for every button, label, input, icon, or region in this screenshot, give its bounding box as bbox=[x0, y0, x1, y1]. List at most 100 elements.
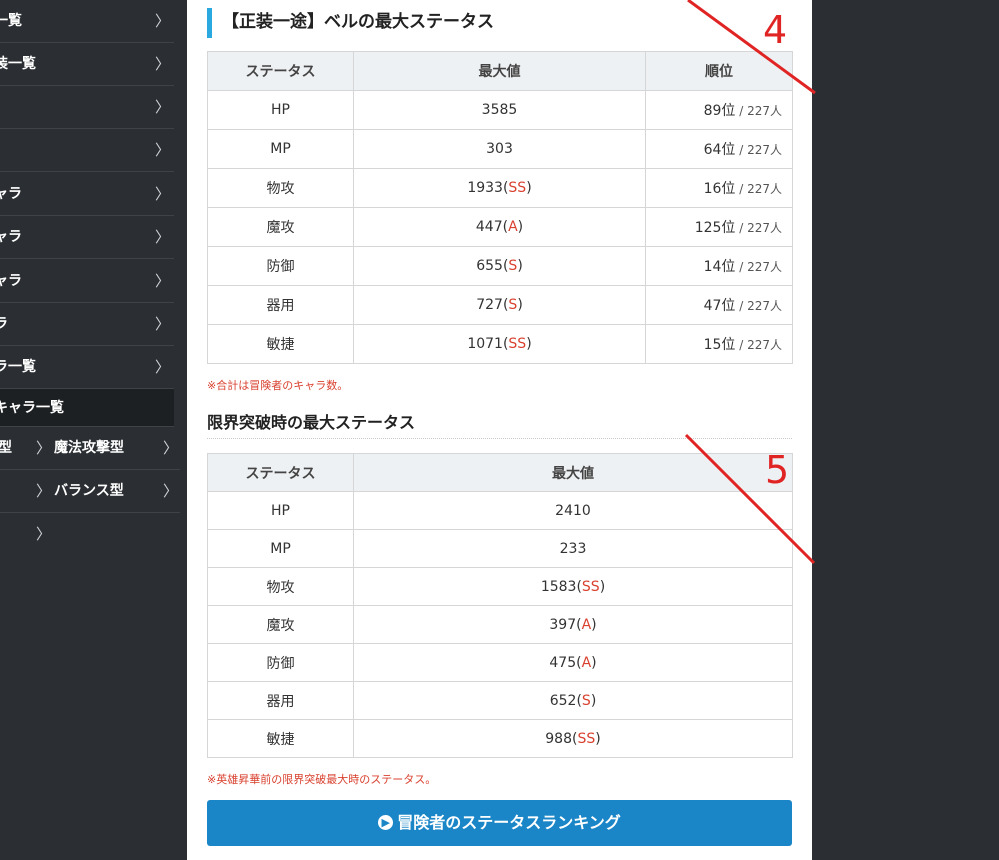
sidebar-item-label: 装一覧 bbox=[0, 56, 36, 72]
sidebar-item-label: ラ bbox=[0, 316, 8, 332]
sidebar-item-4[interactable]: 〉 bbox=[0, 129, 174, 172]
sidebar-item-active[interactable]: キャラ一覧 bbox=[0, 389, 174, 427]
status-ranking-button[interactable]: ▶ 冒険者のステータスランキング bbox=[207, 800, 792, 846]
sidebar-subitem-3[interactable]: 〉 bbox=[0, 513, 180, 556]
rank-total: / 227人 bbox=[735, 338, 782, 352]
rank-total: / 227人 bbox=[735, 182, 782, 196]
grade-value: S bbox=[508, 297, 518, 313]
table-row: 敏捷 1071(SS) 15位 / 227人 bbox=[207, 324, 793, 364]
stat-name: 魔攻 bbox=[207, 207, 354, 247]
grade-badge: (S) bbox=[502, 258, 523, 274]
max-value-cell: 397(A) bbox=[353, 605, 793, 644]
section-heading-limit-break: 限界突破時の最大ステータス bbox=[207, 408, 792, 439]
chevron-right-icon: 〉 bbox=[154, 315, 170, 333]
chevron-right-icon: 〉 bbox=[154, 141, 170, 159]
note-limit-break: ※英雄昇華前の限界突破最大時のステータス。 bbox=[207, 773, 437, 786]
sidebar-subitem-lead: 型 bbox=[0, 440, 12, 456]
table-row: MP 233 bbox=[207, 529, 793, 568]
grade-badge: (A) bbox=[502, 219, 524, 235]
sidebar-item-label: キャラ一覧 bbox=[0, 400, 64, 416]
column-header-status: ステータス bbox=[207, 453, 354, 492]
table-row: 防御 655(S) 14位 / 227人 bbox=[207, 246, 793, 286]
max-value-cell: 655(S) bbox=[353, 246, 646, 286]
max-value-cell: 2410 bbox=[353, 491, 793, 530]
sidebar-item-5[interactable]: ャラ 〉 bbox=[0, 173, 174, 216]
max-value: 475 bbox=[549, 654, 577, 671]
rank-value: 89位 bbox=[703, 103, 736, 119]
table-row: 物攻 1583(SS) bbox=[207, 567, 793, 606]
chevron-right-icon: 〉 bbox=[154, 272, 170, 290]
rank-total: / 227人 bbox=[735, 104, 782, 118]
sidebar-subitem-1[interactable]: 型 〉 魔法攻撃型 〉 bbox=[0, 427, 180, 470]
section-heading-max-status: 【正装一途】ベルの最大ステータス bbox=[207, 8, 494, 38]
sidebar-item-label: ャラ bbox=[0, 186, 22, 202]
rank-cell: 16位 / 227人 bbox=[645, 168, 793, 208]
grade-value: SS bbox=[581, 578, 600, 595]
max-value-cell: 727(S) bbox=[353, 285, 646, 325]
rank-total: / 227人 bbox=[735, 221, 782, 235]
sidebar-item-label: ラ一覧 bbox=[0, 359, 36, 375]
chevron-right-icon: 〉 bbox=[154, 228, 170, 246]
max-value: 1933 bbox=[467, 180, 503, 196]
rank-value: 125位 bbox=[694, 220, 736, 236]
sidebar-subitem-label: 魔法攻撃型 bbox=[54, 440, 124, 456]
sidebar-item-8[interactable]: ラ 〉 bbox=[0, 303, 174, 346]
sidebar-item-label: ャラ bbox=[0, 273, 22, 289]
stat-name: 防御 bbox=[207, 643, 354, 682]
limit-break-status-table: ステータス 最大値 HP 2410 MP 233 物攻 1583(SS) 魔攻 397(A) 防… bbox=[207, 453, 793, 758]
max-value-cell: 233 bbox=[353, 529, 793, 568]
stat-name: 器用 bbox=[207, 681, 354, 720]
max-value-cell: 447(A) bbox=[353, 207, 646, 247]
sidebar-item-2[interactable]: 装一覧 〉 bbox=[0, 43, 174, 86]
rank-cell: 89位 / 227人 bbox=[645, 90, 793, 130]
max-value-cell: 3585 bbox=[353, 90, 646, 130]
chevron-right-icon: 〉 bbox=[154, 12, 170, 30]
grade-value: SS bbox=[508, 336, 527, 352]
table-row: 敏捷 988(SS) bbox=[207, 719, 793, 758]
rank-value: 14位 bbox=[703, 259, 736, 275]
stat-name: 敏捷 bbox=[207, 719, 354, 758]
max-value: 988 bbox=[545, 730, 572, 747]
max-value-cell: 303 bbox=[353, 129, 646, 169]
sidebar-subitem-2[interactable]: 〉 バランス型 〉 bbox=[0, 470, 180, 513]
max-value: 652 bbox=[549, 692, 577, 709]
grade-value: A bbox=[508, 219, 518, 235]
rank-cell: 14位 / 227人 bbox=[645, 246, 793, 286]
rank-total: / 227人 bbox=[735, 143, 782, 157]
stat-name: 防御 bbox=[207, 246, 354, 286]
max-value-cell: 988(SS) bbox=[353, 719, 793, 758]
max-value: 447 bbox=[475, 219, 503, 235]
sidebar-item-3[interactable]: 〉 bbox=[0, 86, 174, 129]
grade-value: A bbox=[581, 654, 592, 671]
chevron-right-icon: 〉 bbox=[36, 439, 52, 457]
max-value: 233 bbox=[559, 540, 587, 557]
sidebar-item-7[interactable]: ャラ 〉 bbox=[0, 260, 174, 303]
chevron-right-circle-icon: ▶ bbox=[378, 814, 394, 830]
table-header-row: ステータス 最大値 順位 bbox=[207, 51, 793, 91]
max-status-table: ステータス 最大値 順位 HP 3585 89位 / 227人 MP 303 64位 / … bbox=[207, 51, 793, 364]
rank-total: / 227人 bbox=[735, 299, 782, 313]
table-row: 防御 475(A) bbox=[207, 643, 793, 682]
sidebar-item-label: ャラ bbox=[0, 229, 22, 245]
grade-value: A bbox=[581, 616, 592, 633]
max-value-cell: 652(S) bbox=[353, 681, 793, 720]
sidebar-item-6[interactable]: ャラ 〉 bbox=[0, 216, 174, 259]
sidebar-item-1[interactable]: 一覧 〉 bbox=[0, 0, 174, 43]
table-row: 魔攻 447(A) 125位 / 227人 bbox=[207, 207, 793, 247]
rank-value: 64位 bbox=[703, 142, 736, 158]
stat-name: 物攻 bbox=[207, 567, 354, 606]
sidebar-item-9[interactable]: ラ一覧 〉 bbox=[0, 346, 174, 389]
grade-badge: (SS) bbox=[572, 730, 601, 747]
chevron-right-icon: 〉 bbox=[154, 185, 170, 203]
table-row: 魔攻 397(A) bbox=[207, 605, 793, 644]
table-row: 器用 727(S) 47位 / 227人 bbox=[207, 285, 793, 325]
rank-cell: 125位 / 227人 bbox=[645, 207, 793, 247]
grade-value: SS bbox=[508, 180, 527, 196]
annotation-number-5: 5 bbox=[765, 448, 790, 492]
chevron-right-icon: 〉 bbox=[154, 358, 170, 376]
annotation-number-4: 4 bbox=[763, 8, 788, 52]
stat-name: 敏捷 bbox=[207, 324, 354, 364]
max-value: 1071 bbox=[467, 336, 503, 352]
max-value-cell: 1583(SS) bbox=[353, 567, 793, 606]
sidebar-subitem-label: バランス型 bbox=[54, 483, 124, 499]
